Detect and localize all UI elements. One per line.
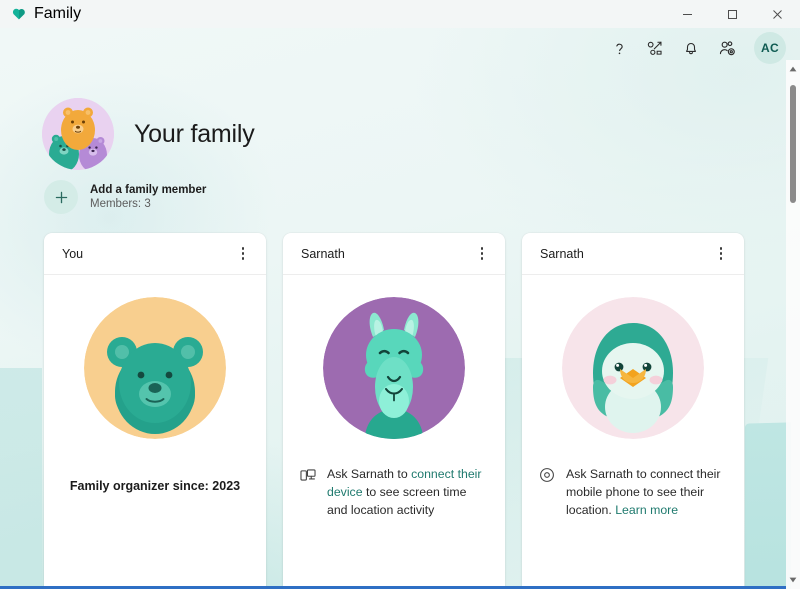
family-group-avatar bbox=[42, 98, 114, 170]
scroll-up-arrow-icon[interactable] bbox=[786, 60, 800, 78]
device-icon bbox=[299, 466, 317, 484]
location-pin-icon bbox=[538, 466, 556, 484]
window-title: Family bbox=[34, 5, 82, 22]
family-app-window: Family AC Your family Add a family membe… bbox=[0, 0, 800, 589]
member-cards-list: You Family organizer since: 2023 Sarnath… bbox=[44, 233, 744, 589]
family-organizer-text: Family organizer since: 2023 bbox=[69, 479, 241, 493]
member-card[interactable]: You Family organizer since: 2023 bbox=[44, 233, 266, 589]
title-bar-left: Family bbox=[0, 5, 81, 23]
scrollbar-thumb[interactable] bbox=[790, 85, 796, 203]
more-options-icon[interactable] bbox=[469, 241, 495, 267]
plus-icon bbox=[44, 180, 78, 214]
background-panel-right bbox=[745, 422, 791, 589]
family-header: Your family bbox=[42, 98, 255, 170]
help-icon[interactable] bbox=[602, 31, 636, 65]
scroll-down-arrow-icon[interactable] bbox=[786, 571, 800, 589]
member-avatar-area bbox=[283, 275, 505, 453]
connect-device-text: Ask Sarnath to connect their device to s… bbox=[327, 465, 489, 519]
penguin-avatar bbox=[562, 297, 704, 439]
minimize-button[interactable] bbox=[665, 0, 710, 28]
more-options-icon[interactable] bbox=[708, 241, 734, 267]
more-options-icon[interactable] bbox=[230, 241, 256, 267]
member-name: Sarnath bbox=[301, 246, 345, 261]
bear-avatar bbox=[84, 297, 226, 439]
connect-location-text: Ask Sarnath to connect their mobile phon… bbox=[566, 465, 728, 519]
window-controls bbox=[665, 0, 800, 28]
add-family-member-button[interactable]: Add a family member Members: 3 bbox=[44, 180, 206, 214]
connect-location-message: Ask Sarnath to connect their mobile phon… bbox=[538, 465, 728, 519]
people-settings-icon[interactable] bbox=[710, 31, 744, 65]
member-card-body: Ask Sarnath to connect their mobile phon… bbox=[522, 453, 744, 589]
scrollbar-track[interactable] bbox=[786, 78, 800, 571]
learn-more-link[interactable]: Learn more bbox=[615, 503, 678, 517]
member-card-body: Family organizer since: 2023 bbox=[44, 453, 266, 589]
bell-icon[interactable] bbox=[674, 31, 708, 65]
vertical-scrollbar[interactable] bbox=[786, 60, 800, 589]
close-button[interactable] bbox=[755, 0, 800, 28]
share-icon[interactable] bbox=[638, 31, 672, 65]
add-family-member-label: Add a family member bbox=[90, 184, 207, 196]
member-card[interactable]: Sarnath bbox=[522, 233, 744, 589]
connect-device-message: Ask Sarnath to connect their device to s… bbox=[299, 465, 489, 519]
heart-icon bbox=[12, 8, 25, 20]
maximize-button[interactable] bbox=[710, 0, 755, 28]
llama-avatar bbox=[323, 297, 465, 439]
add-family-member-text: Add a family member Members: 3 bbox=[90, 184, 206, 210]
member-avatar-area bbox=[522, 275, 744, 453]
account-avatar[interactable]: AC bbox=[754, 32, 786, 64]
title-bar: Family bbox=[0, 0, 800, 28]
member-card-header: You bbox=[44, 233, 266, 275]
member-card[interactable]: Sarnath bbox=[283, 233, 505, 589]
member-card-header: Sarnath bbox=[522, 233, 744, 275]
info-text-part: Ask Sarnath to bbox=[327, 467, 412, 481]
member-name: Sarnath bbox=[540, 246, 584, 261]
member-name: You bbox=[62, 246, 84, 261]
page-title: Your family bbox=[134, 119, 255, 148]
member-card-header: Sarnath bbox=[283, 233, 505, 275]
member-card-body: Ask Sarnath to connect their device to s… bbox=[283, 453, 505, 589]
background-band-left bbox=[0, 368, 42, 589]
member-avatar-area bbox=[44, 275, 266, 453]
members-count-label: Members: 3 bbox=[90, 198, 151, 210]
command-bar: AC bbox=[0, 28, 800, 68]
